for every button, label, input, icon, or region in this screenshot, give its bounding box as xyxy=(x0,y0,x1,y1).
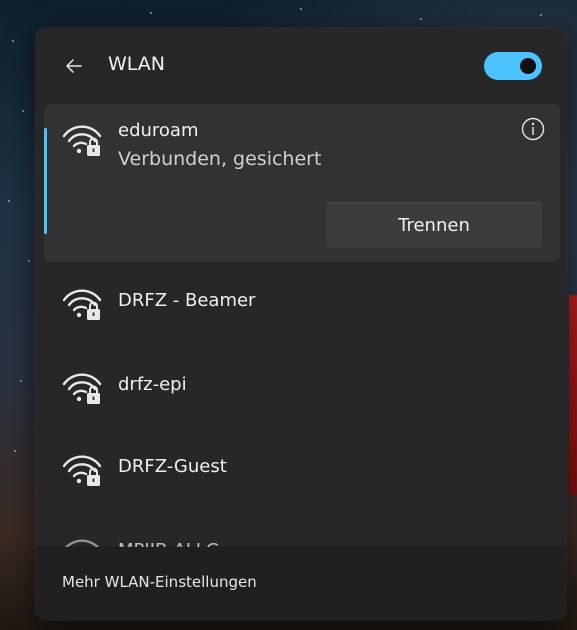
connected-network-card[interactable]: eduroam Verbunden, gesichert Trennen xyxy=(44,104,560,262)
star xyxy=(420,18,422,20)
star xyxy=(22,110,24,112)
network-name: drfz-epi xyxy=(118,374,187,395)
more-wlan-settings-link[interactable]: Mehr WLAN-Einstellungen xyxy=(62,573,257,591)
network-name: DRFZ-Guest xyxy=(118,456,227,477)
wlan-flyout-panel: WLAN eduroam Verbunden, gesichert Trenne… xyxy=(36,28,566,620)
back-arrow-icon xyxy=(66,59,82,73)
network-item-drfz-beamer[interactable]: DRFZ - Beamer xyxy=(44,262,560,342)
flyout-footer: Mehr WLAN-Einstellungen xyxy=(36,547,566,620)
network-item-drfz-guest[interactable]: DRFZ-Guest xyxy=(44,428,560,508)
wifi-lock-icon xyxy=(60,448,104,488)
info-icon xyxy=(521,117,545,141)
wallpaper-red-strip xyxy=(569,295,577,495)
wifi-lock-icon xyxy=(60,118,104,158)
star xyxy=(20,380,22,382)
toggle-knob xyxy=(520,58,536,74)
connection-status: Verbunden, gesichert xyxy=(118,148,322,170)
page-title: WLAN xyxy=(108,53,166,75)
network-name: DRFZ - Beamer xyxy=(118,290,256,311)
star xyxy=(28,260,30,262)
network-info-button[interactable] xyxy=(520,116,546,142)
star xyxy=(14,450,16,452)
star xyxy=(12,40,14,42)
star xyxy=(150,12,152,14)
star xyxy=(540,14,542,16)
wlan-header: WLAN xyxy=(36,28,566,104)
wifi-lock-icon xyxy=(60,366,104,406)
selection-accent-bar xyxy=(44,128,47,234)
disconnect-button[interactable]: Trennen xyxy=(326,202,542,248)
wlan-toggle[interactable] xyxy=(484,52,542,80)
star xyxy=(8,200,10,202)
back-button[interactable] xyxy=(54,48,94,84)
wifi-lock-icon xyxy=(60,282,104,322)
network-item-drfz-epi[interactable]: drfz-epi xyxy=(44,346,560,426)
star xyxy=(300,8,302,10)
connected-network-name: eduroam xyxy=(118,120,199,141)
